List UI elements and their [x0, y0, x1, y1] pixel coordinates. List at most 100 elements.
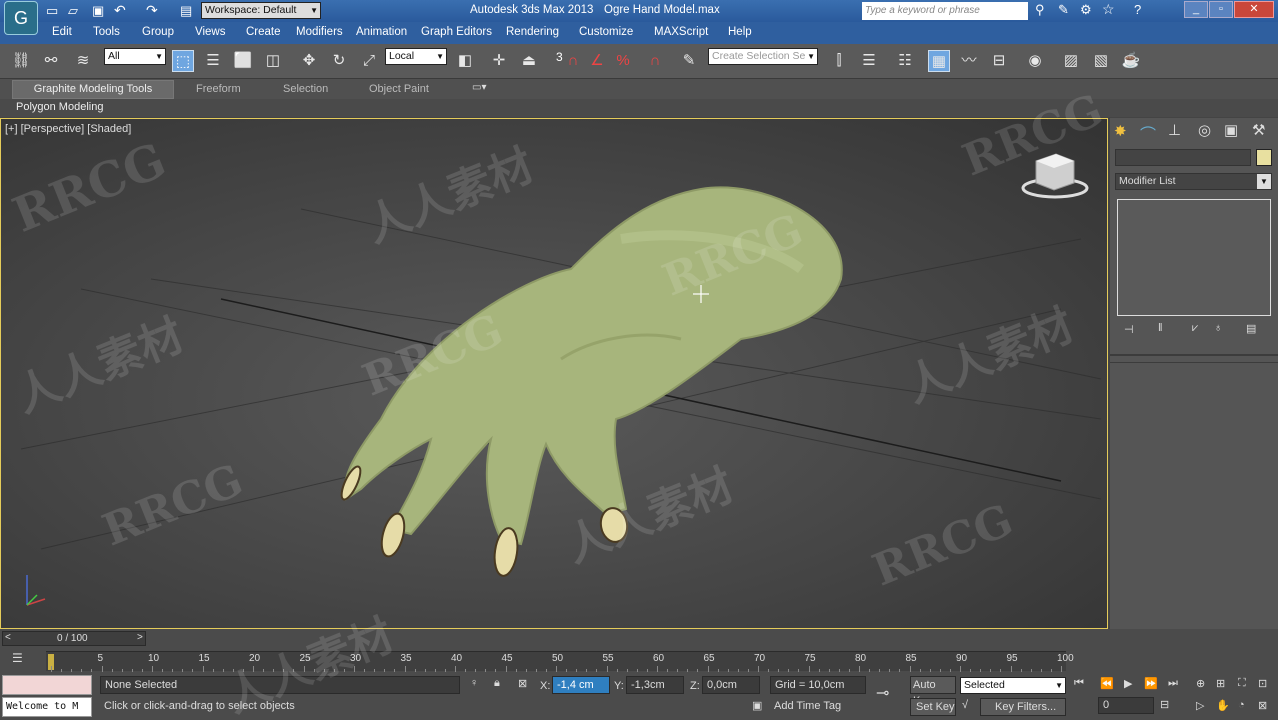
subscription-icon[interactable]: ⚙ — [1080, 2, 1092, 18]
pivot-center-icon[interactable]: ◧ — [454, 50, 476, 72]
new-file-icon[interactable]: ▭ — [46, 3, 58, 19]
named-selection-set-dropdown[interactable]: Create Selection Se ▼ — [708, 48, 818, 65]
add-time-tag[interactable]: Add Time Tag — [770, 698, 866, 716]
menu-maxscript[interactable]: MAXScript — [654, 26, 708, 38]
make-unique-icon[interactable]: ⩗ — [1192, 322, 1198, 335]
time-slider[interactable]: < 0 / 100 > — [2, 631, 146, 646]
z-coordinate-field[interactable]: 0,0cm — [702, 676, 760, 694]
time-slider-left-arrow[interactable]: < — [5, 632, 11, 643]
configure-modifier-sets-icon[interactable]: ▤ — [1246, 322, 1256, 335]
menu-views[interactable]: Views — [195, 26, 225, 38]
keyboard-shortcut-override-icon[interactable]: ⏏ — [518, 50, 540, 72]
maximize-viewport-icon[interactable]: ⊠ — [1258, 699, 1267, 712]
menu-graph-editors[interactable]: Graph Editors — [421, 26, 492, 38]
save-icon[interactable]: ▣ — [92, 3, 104, 19]
select-and-scale-icon[interactable]: ⤢ — [358, 50, 380, 72]
reference-coordinate-dropdown[interactable]: Local ▼ — [385, 48, 447, 65]
play-icon[interactable]: ▶ — [1124, 677, 1132, 690]
key-filters-button[interactable]: Key Filters... — [980, 698, 1066, 716]
track-bar[interactable]: 5 10 15 20 25 30 35 40 45 50 55 60 65 70 75 80 85 90 95 100 — [46, 651, 1074, 672]
absolute-mode-icon[interactable]: ⊠ — [518, 677, 527, 690]
material-editor-icon[interactable]: ◉ — [1024, 50, 1046, 72]
current-frame-field[interactable]: 0 — [1098, 697, 1154, 714]
motion-tab-icon[interactable]: ◎ — [1198, 121, 1211, 139]
select-object-icon[interactable]: ⬚ — [172, 50, 194, 72]
layer-manager-icon[interactable]: ☷ — [894, 50, 916, 72]
auto-key-button[interactable]: Auto Key — [910, 676, 956, 707]
go-to-start-icon[interactable]: ⏮ — [1074, 677, 1084, 690]
select-and-rotate-icon[interactable]: ↻ — [328, 50, 350, 72]
previous-frame-icon[interactable]: ⏪ — [1100, 677, 1114, 690]
zoom-icon[interactable]: ⊕ — [1196, 677, 1205, 690]
workspace-dropdown[interactable]: Workspace: Default ▼ — [201, 2, 321, 19]
y-coordinate-field[interactable]: -1,3cm — [626, 676, 684, 694]
field-of-view-icon[interactable]: ▷ — [1196, 699, 1204, 712]
modifier-list-dropdown[interactable]: Modifier List ▼ — [1115, 173, 1272, 190]
time-configuration-icon[interactable]: ⊟ — [1160, 698, 1169, 711]
open-file-icon[interactable]: ▱ — [68, 3, 78, 19]
menu-tools[interactable]: Tools — [93, 26, 120, 38]
zoom-extents-icon[interactable]: ⛶ — [1238, 677, 1246, 690]
pin-stack-icon[interactable]: ⊣ — [1124, 323, 1134, 336]
schematic-view-icon[interactable]: ⊟ — [988, 50, 1010, 72]
minimize-button[interactable]: _ — [1184, 1, 1208, 18]
graphite-toggle-icon[interactable]: ▦ — [928, 50, 950, 72]
undo-icon[interactable]: ↶ — [114, 2, 126, 19]
mini-curve-editor-icon[interactable]: ☰ — [12, 651, 23, 665]
maxscript-listener-pink[interactable] — [2, 675, 92, 695]
rendered-frame-window-icon[interactable]: ▧ — [1090, 50, 1112, 72]
object-name-field[interactable] — [1115, 149, 1251, 166]
viewport-menu-plus[interactable]: [+] — [5, 123, 18, 135]
set-key-mode-icon[interactable]: ⊸ — [876, 683, 889, 703]
select-by-name-icon[interactable]: ☰ — [202, 50, 224, 72]
viewcube[interactable] — [1021, 153, 1089, 199]
isolate-selection-icon[interactable]: ♀ — [470, 677, 478, 689]
selection-filter-dropdown[interactable]: All ▼ — [104, 48, 166, 65]
zoom-all-icon[interactable]: ⊞ — [1216, 677, 1225, 690]
tab-freeform[interactable]: Freeform — [196, 83, 241, 95]
window-crossing-icon[interactable]: ◫ — [262, 50, 284, 72]
favorites-star-icon[interactable]: ☆ — [1102, 1, 1115, 18]
create-tab-icon[interactable]: ✸ — [1114, 122, 1127, 140]
orbit-icon[interactable]: ◔ — [1238, 699, 1245, 711]
unlink-icon[interactable]: ⚯ — [40, 50, 62, 72]
key-mode-dropdown[interactable]: Selected ▼ — [960, 677, 1066, 694]
set-key-button[interactable]: Set Key — [910, 698, 956, 716]
object-color-swatch[interactable] — [1256, 149, 1272, 166]
communication-icon[interactable]: ✎ — [1058, 2, 1069, 18]
menu-group[interactable]: Group — [142, 26, 174, 38]
show-end-result-icon[interactable]: ‖ — [1158, 322, 1163, 334]
menu-rendering[interactable]: Rendering — [506, 26, 559, 38]
angle-snap-icon[interactable]: ∠ — [586, 50, 608, 72]
x-coordinate-field[interactable]: -1,4 cm — [552, 676, 610, 694]
snaps-toggle-icon[interactable]: ∩ — [562, 50, 584, 72]
zoom-extents-all-icon[interactable]: ⊡ — [1258, 677, 1267, 690]
align-icon[interactable]: ☰ — [858, 50, 880, 72]
app-logo-icon[interactable]: G — [4, 1, 38, 35]
time-tag-icon[interactable]: ▣ — [752, 699, 762, 712]
render-production-icon[interactable]: ☕ — [1120, 50, 1142, 72]
project-folder-icon[interactable]: ▤ — [180, 3, 192, 19]
selection-lock-icon[interactable]: 🔒︎ — [494, 677, 500, 690]
select-and-move-icon[interactable]: ✥ — [298, 50, 320, 72]
search-input[interactable]: Type a keyword or phrase — [862, 2, 1028, 20]
next-frame-icon[interactable]: ⏩ — [1144, 677, 1158, 690]
redo-icon[interactable]: ↷ — [146, 2, 158, 19]
rectangular-selection-icon[interactable]: ⬜ — [232, 50, 254, 72]
close-button[interactable]: ✕ — [1234, 1, 1274, 18]
modifier-stack[interactable] — [1117, 199, 1271, 316]
display-tab-icon[interactable]: ▣ — [1224, 121, 1238, 139]
perspective-viewport[interactable]: [+] [Perspective] [Shaded] — [0, 118, 1108, 629]
viewport-label[interactable]: [+] [Perspective] [Shaded] — [5, 123, 131, 135]
select-and-manipulate-icon[interactable]: ✛ — [488, 50, 510, 72]
hierarchy-tab-icon[interactable]: ⊥ — [1168, 121, 1181, 139]
tab-selection[interactable]: Selection — [283, 83, 328, 95]
binoculars-icon[interactable]: ⚲ — [1035, 2, 1045, 18]
menu-modifiers[interactable]: Modifiers — [296, 26, 343, 38]
menu-customize[interactable]: Customize — [579, 26, 633, 38]
menu-help[interactable]: Help — [728, 26, 752, 38]
utilities-tab-icon[interactable]: ⚒ — [1252, 121, 1265, 139]
tab-graphite-modeling-tools[interactable]: Graphite Modeling Tools — [12, 80, 174, 99]
menu-create[interactable]: Create — [246, 26, 281, 38]
menu-animation[interactable]: Animation — [356, 26, 407, 38]
